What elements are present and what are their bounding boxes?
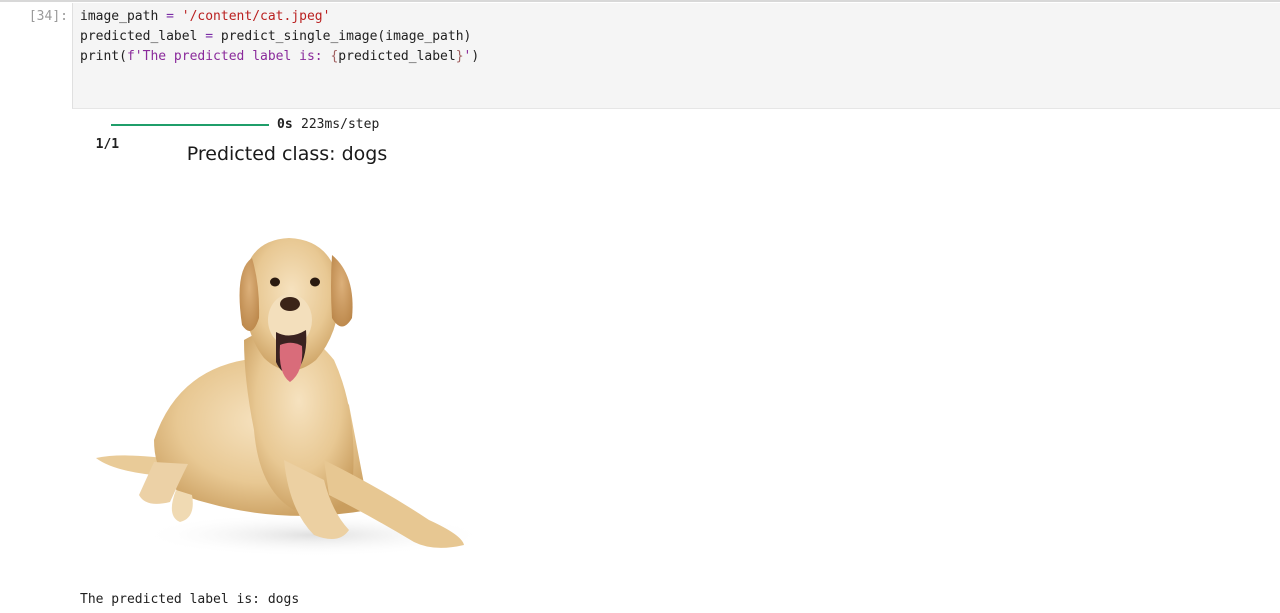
progress-eta: 0s: [277, 117, 293, 132]
code-cell-editor[interactable]: image_path = '/content/cat.jpeg' predict…: [72, 3, 1280, 109]
code-line-1: image_path = '/content/cat.jpeg': [80, 7, 330, 27]
code-line-3: print(f'The predicted label is: {predict…: [80, 47, 479, 67]
code-string: '/content/cat.jpeg': [181, 9, 331, 24]
execution-count: [34]:: [28, 9, 68, 24]
cell-top-border: [0, 0, 1280, 2]
code-token: image_path: [80, 9, 167, 24]
progress-step-time: 223ms/step: [301, 117, 380, 132]
progress-bar: [111, 124, 269, 126]
code-token: print(: [80, 49, 127, 64]
code-variable: predicted_label: [338, 49, 456, 64]
progress-output: 1/1 0s 223ms/step: [80, 115, 380, 152]
code-operator: =: [205, 29, 214, 44]
code-brace: }: [455, 49, 464, 64]
print-output: The predicted label is: dogs: [80, 592, 300, 607]
code-token: ): [471, 49, 480, 64]
code-fstring: f'The predicted label is:: [126, 49, 331, 64]
code-token: predict_single_image(image_path): [213, 29, 472, 44]
progress-counter: 1/1: [95, 137, 120, 152]
code-line-2: predicted_label = predict_single_image(i…: [80, 27, 471, 47]
code-operator: =: [166, 9, 174, 24]
code-token: predicted_label: [80, 29, 206, 44]
figure-title: Predicted class: dogs: [186, 143, 388, 165]
dog-image: [96, 238, 484, 557]
